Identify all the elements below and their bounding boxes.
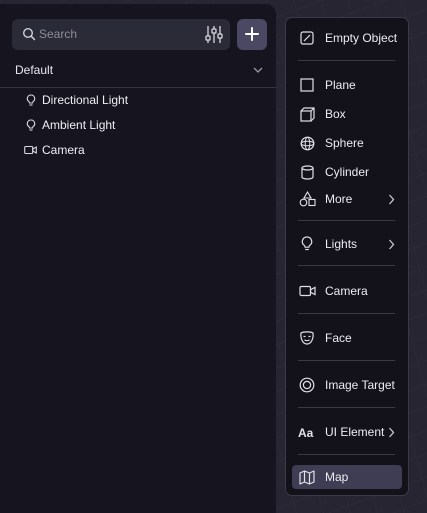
plane-icon [298,76,316,94]
menu-item-face[interactable]: Face [292,326,402,350]
shapes-icon [298,190,316,208]
menu-item-sphere[interactable]: Sphere [292,131,402,155]
video-camera-icon [24,143,37,157]
scene-selector[interactable]: Default [0,56,276,88]
video-camera-icon [298,282,316,300]
menu-item-label: More [325,192,353,206]
plus-icon [245,27,259,41]
menu-item-label: Camera [325,284,368,298]
menu-item-image-target[interactable]: Image Target [292,373,402,397]
menu-item-label: Box [325,107,346,121]
menu-item-label: Empty Object [325,31,398,45]
menu-divider [298,407,395,408]
menu-item-box[interactable]: Box [292,102,402,126]
menu-item-ui-element[interactable]: Aa UI Element [292,420,402,444]
menu-divider [298,60,395,61]
menu-item-map[interactable]: Map [292,465,402,489]
lightbulb-icon [24,118,37,132]
menu-divider [298,360,395,361]
face-icon [298,329,316,347]
menu-item-label: Plane [325,78,356,92]
menu-item-label: Face [325,331,352,345]
lightbulb-icon [298,235,316,253]
sliders-icon[interactable] [205,25,223,44]
menu-item-more[interactable]: More [292,187,402,211]
search-icon [22,27,36,41]
menu-item-label: Cylinder [325,165,370,179]
menu-item-label: UI Element [325,425,385,439]
search-field[interactable]: Search [12,19,230,50]
menu-divider [298,220,395,221]
chevron-right-icon [389,239,395,250]
menu-item-label: Image Target [325,378,395,392]
menu-item-label: Map [325,470,349,484]
box-icon [298,105,316,123]
tree-item-label: Camera [42,143,85,157]
tree-item-directional-light[interactable]: Directional Light [24,90,264,110]
add-object-button[interactable] [237,19,267,50]
text-aa-icon: Aa [298,423,316,441]
chevron-right-icon [389,427,395,438]
svg-text:Aa: Aa [298,426,314,438]
chevron-down-icon[interactable] [252,66,264,74]
add-object-menu: Empty Object Plane Box Sphere Cylinder M… [285,17,409,496]
tree-item-camera[interactable]: Camera [24,140,264,160]
sphere-icon [298,134,316,152]
tree-item-label: Ambient Light [42,118,116,132]
menu-item-empty-object[interactable]: Empty Object [292,26,402,50]
menu-divider [298,265,395,266]
menu-item-label: Lights [325,237,358,251]
menu-divider [298,454,395,455]
menu-divider [298,313,395,314]
cylinder-icon [298,163,316,181]
menu-item-lights[interactable]: Lights [292,232,402,256]
scene-title: Default [15,63,54,77]
hierarchy-panel: Search Default Directional Light Ambient… [0,4,276,513]
search-input[interactable]: Search [39,27,77,41]
menu-item-plane[interactable]: Plane [292,73,402,97]
menu-item-cylinder[interactable]: Cylinder [292,160,402,184]
menu-item-label: Sphere [325,136,364,150]
tree-item-label: Directional Light [42,93,129,107]
chevron-right-icon [389,194,395,205]
target-icon [298,376,316,394]
lightbulb-icon [24,93,37,107]
empty-object-icon [298,29,316,47]
menu-item-camera[interactable]: Camera [292,279,402,303]
tree-item-ambient-light[interactable]: Ambient Light [24,115,264,135]
map-icon [298,468,316,486]
